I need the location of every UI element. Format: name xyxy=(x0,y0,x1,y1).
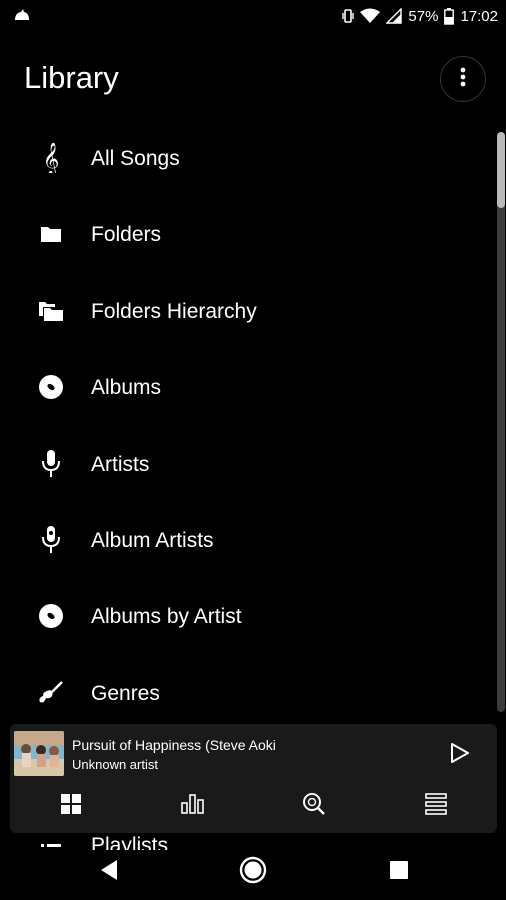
folder-icon xyxy=(36,219,66,249)
status-right-group: 57% 17:02 xyxy=(342,0,498,32)
svg-text:𝄞: 𝄞 xyxy=(43,143,60,173)
list-item-label: Folders Hierarchy xyxy=(91,299,257,323)
play-button[interactable] xyxy=(446,740,472,766)
list-item-label: Folders xyxy=(91,223,162,247)
wifi-icon xyxy=(360,8,381,24)
album-disc-icon xyxy=(36,372,66,402)
more-vert-icon xyxy=(460,67,466,92)
microphone-icon xyxy=(36,449,66,479)
queue-list-icon xyxy=(425,792,447,820)
nav-search-button[interactable] xyxy=(254,786,376,826)
notification-app-icon xyxy=(12,6,32,26)
folders-hierarchy-icon xyxy=(36,296,66,326)
home-button[interactable] xyxy=(238,856,268,889)
list-item-genres[interactable]: Genres xyxy=(0,656,494,732)
track-title: Pursuit of Happiness (Steve Aoki xyxy=(72,737,276,753)
back-triangle-icon xyxy=(99,859,119,886)
more-options-button[interactable] xyxy=(440,56,486,102)
play-icon xyxy=(446,743,472,770)
track-artist: Unknown artist xyxy=(72,757,158,772)
battery-icon xyxy=(444,7,455,25)
scrollbar-thumb[interactable] xyxy=(497,132,505,208)
list-item-album-artists[interactable]: Album Artists xyxy=(0,503,494,579)
library-list: 𝄞 All Songs Folders Folders Hierarchy Al… xyxy=(0,121,494,732)
system-nav-bar xyxy=(0,843,506,900)
list-item-folders-hierarchy[interactable]: Folders Hierarchy xyxy=(0,274,494,350)
album-disc-icon xyxy=(36,601,66,631)
nav-equalizer-button[interactable] xyxy=(132,786,254,826)
album-artist-mic-icon xyxy=(36,525,66,555)
home-circle-icon xyxy=(239,856,267,889)
list-item-all-songs[interactable]: 𝄞 All Songs xyxy=(0,121,494,197)
cell-signal-icon xyxy=(386,8,403,24)
clock: 17:02 xyxy=(460,7,498,25)
grid-view-icon xyxy=(60,793,82,820)
scrollbar-track[interactable] xyxy=(497,132,505,712)
vibrate-icon xyxy=(342,8,355,24)
list-item-label: All Songs xyxy=(91,147,180,170)
list-item-label: Album Artists xyxy=(91,528,214,552)
recents-button[interactable] xyxy=(384,857,414,887)
search-icon xyxy=(302,792,326,821)
list-item-folders[interactable]: Folders xyxy=(0,197,494,273)
list-item-label: Albums xyxy=(91,376,162,400)
album-art[interactable] xyxy=(14,731,64,776)
back-button[interactable] xyxy=(94,857,124,887)
list-item-label: Genres xyxy=(91,681,160,705)
treble-clef-icon: 𝄞 xyxy=(36,143,66,173)
guitar-icon xyxy=(36,678,66,708)
page-title: Library xyxy=(24,60,119,95)
equalizer-bars-icon xyxy=(180,793,206,820)
mini-player: Pursuit of Happiness (Steve Aoki Unknown… xyxy=(10,724,497,833)
status-bar: 57% 17:02 xyxy=(0,0,506,32)
list-item-albums-by-artist[interactable]: Albums by Artist xyxy=(0,579,494,655)
list-item-albums[interactable]: Albums xyxy=(0,350,494,426)
player-bottom-nav xyxy=(10,786,497,826)
nav-library-button[interactable] xyxy=(10,786,132,826)
recents-square-icon xyxy=(389,860,409,885)
list-item-artists[interactable]: Artists xyxy=(0,427,494,503)
list-item-label: Artists xyxy=(91,452,150,476)
battery-percent: 57% xyxy=(408,7,439,25)
list-item-label: Albums by Artist xyxy=(91,605,242,629)
nav-queue-button[interactable] xyxy=(375,786,497,826)
